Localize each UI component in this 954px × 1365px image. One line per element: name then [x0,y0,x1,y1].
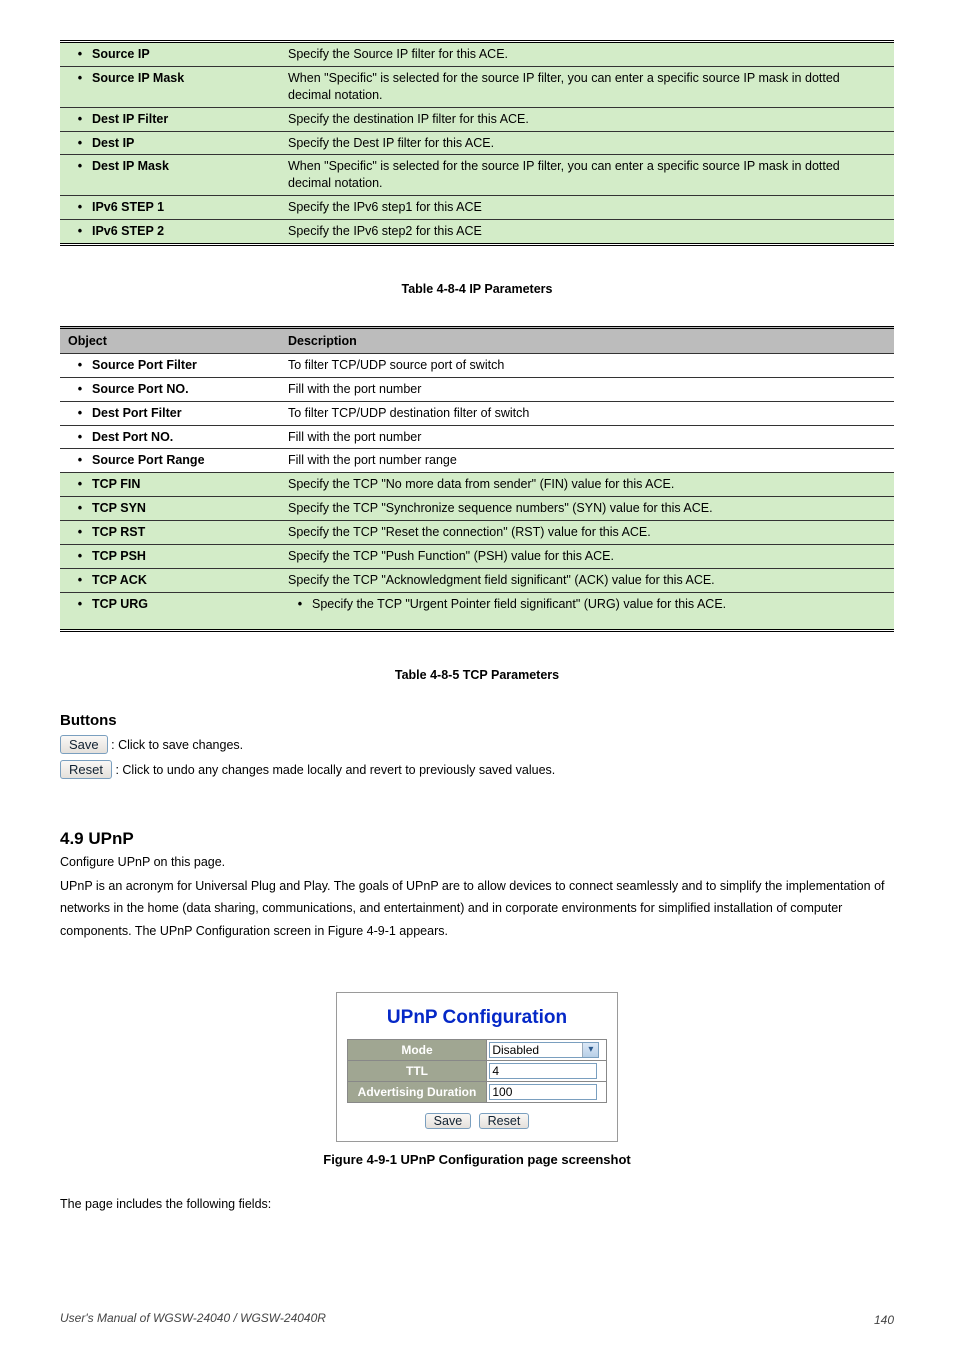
table-row: •TCP SYNSpecify the TCP "Synchronize seq… [60,497,894,521]
row-description: Specify the Dest IP filter for this ACE. [280,131,894,155]
chevron-down-icon: ▾ [582,1043,598,1057]
table-row: •Source IP MaskWhen "Specific" is select… [60,66,894,107]
row-object: •TCP URG [60,592,280,630]
table-row: •IPv6 STEP 2Specify the IPv6 step2 for t… [60,220,894,245]
upnp-long-desc: UPnP is an acronym for Universal Plug an… [60,875,894,943]
row-description: Specify the TCP "Synchronize sequence nu… [280,497,894,521]
table-row: •TCP ACKSpecify the TCP "Acknowledgment … [60,568,894,592]
save-button-text: : Click to save changes. [111,738,243,752]
row-description: Fill with the port number [280,425,894,449]
save-desc: Save : Click to save changes. [60,735,894,754]
row-object: •Source Port Filter [60,353,280,377]
row-description: Specify the destination IP filter for th… [280,107,894,131]
table-b-caption: Table 4-8-5 TCP Parameters [60,668,894,682]
row-object: •TCP SYN [60,497,280,521]
row-description: •Specify the TCP "Urgent Pointer field s… [280,592,894,630]
table-row: •IPv6 STEP 1Specify the IPv6 step1 for t… [60,196,894,220]
row-description: Specify the TCP "Push Function" (PSH) va… [280,544,894,568]
label-mode: Mode [347,1040,487,1061]
figure-caption: Figure 4-9-1 UPnP Configuration page scr… [60,1152,894,1167]
row-description: To filter TCP/UDP source port of switch [280,353,894,377]
table-row: •Dest IPSpecify the Dest IP filter for t… [60,131,894,155]
reset-desc: Reset : Click to undo any changes made l… [60,760,894,779]
row-description: Specify the TCP "No more data from sende… [280,473,894,497]
footer-text: User's Manual of WGSW-24040 / WGSW-24040… [60,1311,326,1325]
save-button-image: Save [60,735,108,754]
row-description: Fill with the port number range [280,449,894,473]
reset-button-image: Reset [60,760,112,779]
table-row: •TCP URG•Specify the TCP "Urgent Pointer… [60,592,894,630]
page-number: 140 [874,1313,894,1327]
row-description: Fill with the port number [280,377,894,401]
row-object: •Dest Port NO. [60,425,280,449]
row-description: Specify the IPv6 step1 for this ACE [280,196,894,220]
panel-save-button[interactable]: Save [425,1113,472,1129]
row-object: •TCP RST [60,521,280,545]
row-description: Specify the Source IP filter for this AC… [280,42,894,67]
row-description: When "Specific" is selected for the sour… [280,155,894,196]
ttl-input[interactable]: 4 [489,1063,597,1079]
row-object: •Dest IP Mask [60,155,280,196]
row-object: •TCP ACK [60,568,280,592]
panel-title: UPnP Configuration [347,1007,608,1029]
row-object: •TCP PSH [60,544,280,568]
table-row: •Source Port RangeFill with the port num… [60,449,894,473]
row-object: •Dest IP Filter [60,107,280,131]
table-row: •Dest Port NO.Fill with the port number [60,425,894,449]
table-row: •Source IPSpecify the Source IP filter f… [60,42,894,67]
figure-upnp-config: UPnP Configuration Mode Disabled ▾ TTL 4… [60,992,894,1142]
table-row: •Dest IP MaskWhen "Specific" is selected… [60,155,894,196]
header-description: Description [280,327,894,353]
table-row: •TCP FINSpecify the TCP "No more data fr… [60,473,894,497]
row-object: •IPv6 STEP 1 [60,196,280,220]
row-description: Specify the TCP "Acknowledgment field si… [280,568,894,592]
table-row: •Source Port FilterTo filter TCP/UDP sou… [60,353,894,377]
table-row: •Dest Port FilterTo filter TCP/UDP desti… [60,401,894,425]
table-row: •TCP RSTSpecify the TCP "Reset the conne… [60,521,894,545]
table-row: •TCP PSHSpecify the TCP "Push Function" … [60,544,894,568]
row-object: •Dest Port Filter [60,401,280,425]
section-heading-upnp: 4.9 UPnP [60,829,894,849]
page-includes: The page includes the following fields: [60,1197,894,1211]
cfg-table: Mode Disabled ▾ TTL 4 Advertising Durati… [347,1039,608,1103]
table-tcp-params: Object Description •Source Port FilterTo… [60,326,894,632]
row-description: Specify the TCP "Reset the connection" (… [280,521,894,545]
reset-button-text: : Click to undo any changes made locally… [115,763,555,777]
upnp-config-panel: UPnP Configuration Mode Disabled ▾ TTL 4… [336,992,619,1142]
mode-select-value: Disabled [492,1043,539,1057]
table-a-caption: Table 4-8-4 IP Parameters [60,282,894,296]
row-object: •TCP FIN [60,473,280,497]
table-row: •Source Port NO.Fill with the port numbe… [60,377,894,401]
row-object: •Dest IP [60,131,280,155]
mode-select[interactable]: Disabled ▾ [489,1042,599,1058]
row-description: Specify the IPv6 step2 for this ACE [280,220,894,245]
row-object: •Source Port Range [60,449,280,473]
row-object: •Source Port NO. [60,377,280,401]
row-description: When "Specific" is selected for the sour… [280,66,894,107]
adv-duration-input[interactable]: 100 [489,1084,597,1100]
upnp-short-desc: Configure UPnP on this page. [60,855,894,869]
footer: User's Manual of WGSW-24040 / WGSW-24040… [60,1311,894,1325]
row-object: •IPv6 STEP 2 [60,220,280,245]
row-object: •Source IP Mask [60,66,280,107]
label-adv-duration: Advertising Duration [347,1082,487,1103]
header-object: Object [60,327,280,353]
label-ttl: TTL [347,1061,487,1082]
table-ip-params: •Source IPSpecify the Source IP filter f… [60,40,894,246]
table-row: •Dest IP FilterSpecify the destination I… [60,107,894,131]
row-description: To filter TCP/UDP destination filter of … [280,401,894,425]
panel-reset-button[interactable]: Reset [479,1113,530,1129]
buttons-heading: Buttons [60,712,894,729]
row-object: •Source IP [60,42,280,67]
